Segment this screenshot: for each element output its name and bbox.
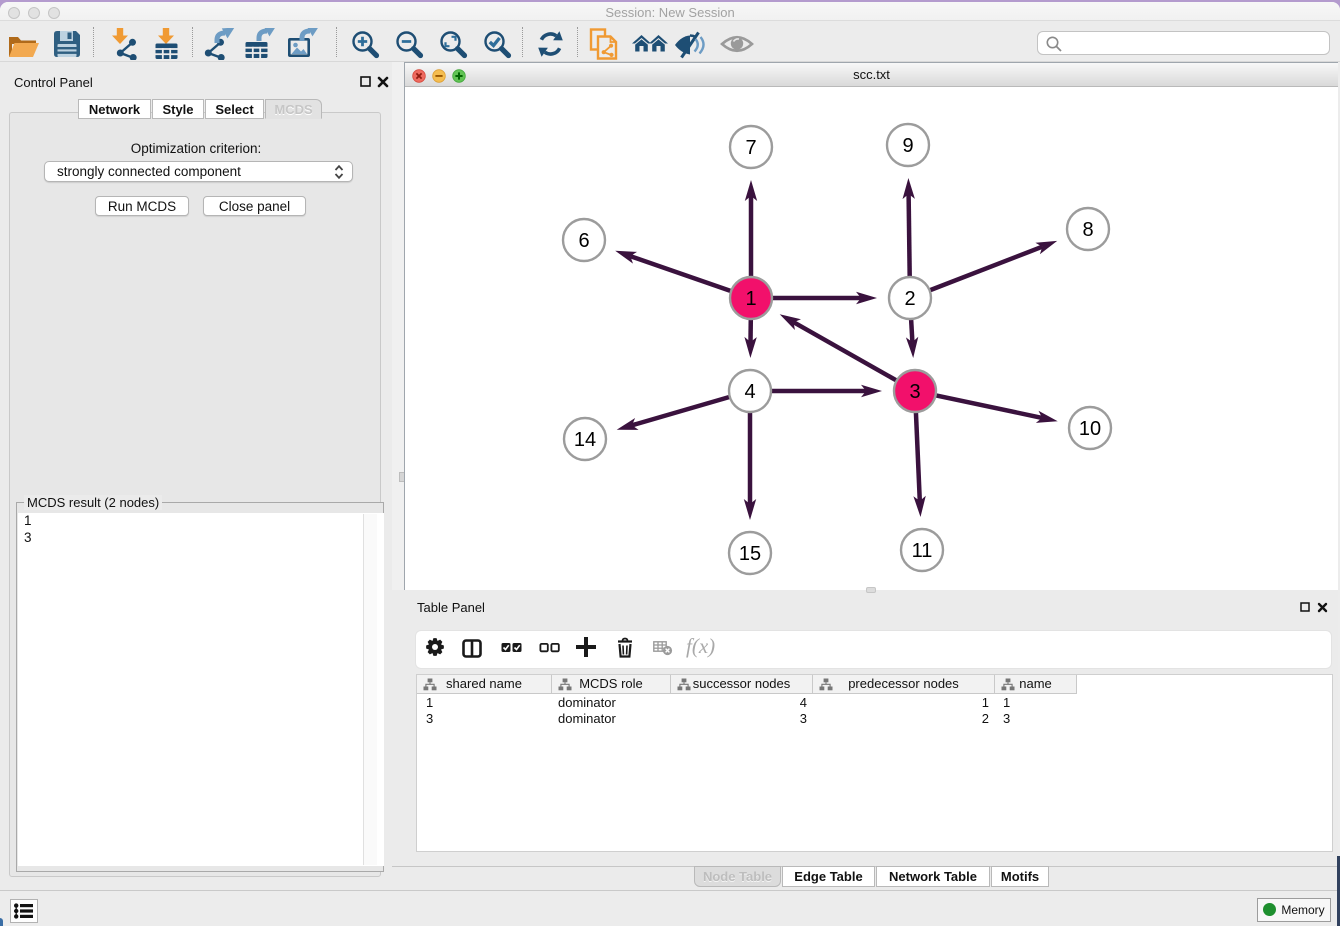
svg-text:15: 15	[739, 543, 761, 565]
svg-text:14: 14	[574, 429, 596, 451]
svg-text:10: 10	[1079, 418, 1101, 440]
svg-text:9: 9	[902, 135, 913, 157]
svg-text:11: 11	[912, 540, 933, 562]
svg-text:1: 1	[745, 288, 756, 310]
svg-text:3: 3	[909, 381, 920, 403]
svg-text:2: 2	[904, 288, 915, 310]
svg-text:7: 7	[745, 137, 756, 159]
svg-text:6: 6	[578, 230, 589, 252]
svg-text:4: 4	[744, 381, 755, 403]
svg-text:8: 8	[1082, 219, 1093, 241]
